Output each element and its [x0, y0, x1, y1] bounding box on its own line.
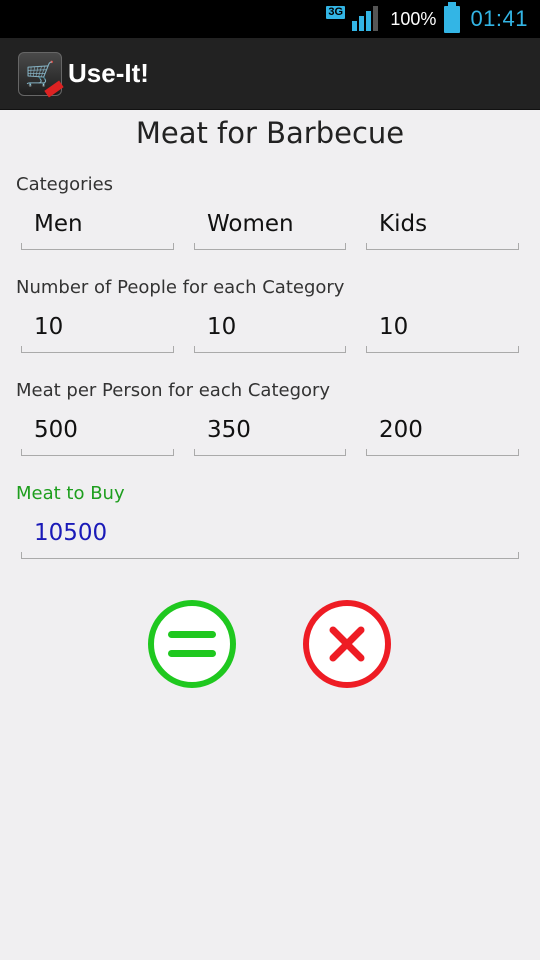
meat-to-buy-label: Meat to Buy [16, 483, 125, 504]
category-men-field[interactable]: Men [21, 206, 174, 250]
people-label: Number of People for each Category [16, 277, 345, 298]
app-title: Use-It! [68, 58, 149, 88]
meat-men-field[interactable]: 500 [21, 412, 174, 456]
equals-icon [168, 631, 216, 657]
calculate-button[interactable] [148, 600, 236, 688]
categories-label: Categories [16, 174, 114, 195]
meat-kids-field[interactable]: 200 [366, 412, 519, 456]
meat-women-field[interactable]: 350 [194, 412, 346, 456]
network-type-badge: 3G [326, 6, 346, 19]
category-kids-field[interactable]: Kids [366, 206, 519, 250]
network-signal-icon: 3G [326, 3, 384, 35]
people-men-field[interactable]: 10 [21, 309, 174, 353]
meat-to-buy-result[interactable]: 10500 [21, 515, 519, 559]
meat-per-person-label: Meat per Person for each Category [16, 380, 331, 401]
category-women-field[interactable]: Women [194, 206, 346, 250]
people-women-field[interactable]: 10 [194, 309, 346, 353]
shopping-cart-icon[interactable]: 🛒 [18, 51, 64, 97]
status-clock: 01:41 [470, 6, 528, 31]
people-kids-field[interactable]: 10 [366, 309, 519, 353]
battery-icon [444, 1, 461, 33]
status-bar: 3G 100% 01:41 [0, 0, 540, 38]
calculator-form: Meat for Barbecue Categories Men Women K… [0, 110, 540, 960]
action-bar: 🛒 Use-It! [0, 38, 540, 110]
close-icon [329, 626, 365, 662]
battery-percent: 100% [390, 8, 437, 29]
page-title: Meat for Barbecue [135, 116, 405, 150]
clear-button[interactable] [303, 600, 391, 688]
